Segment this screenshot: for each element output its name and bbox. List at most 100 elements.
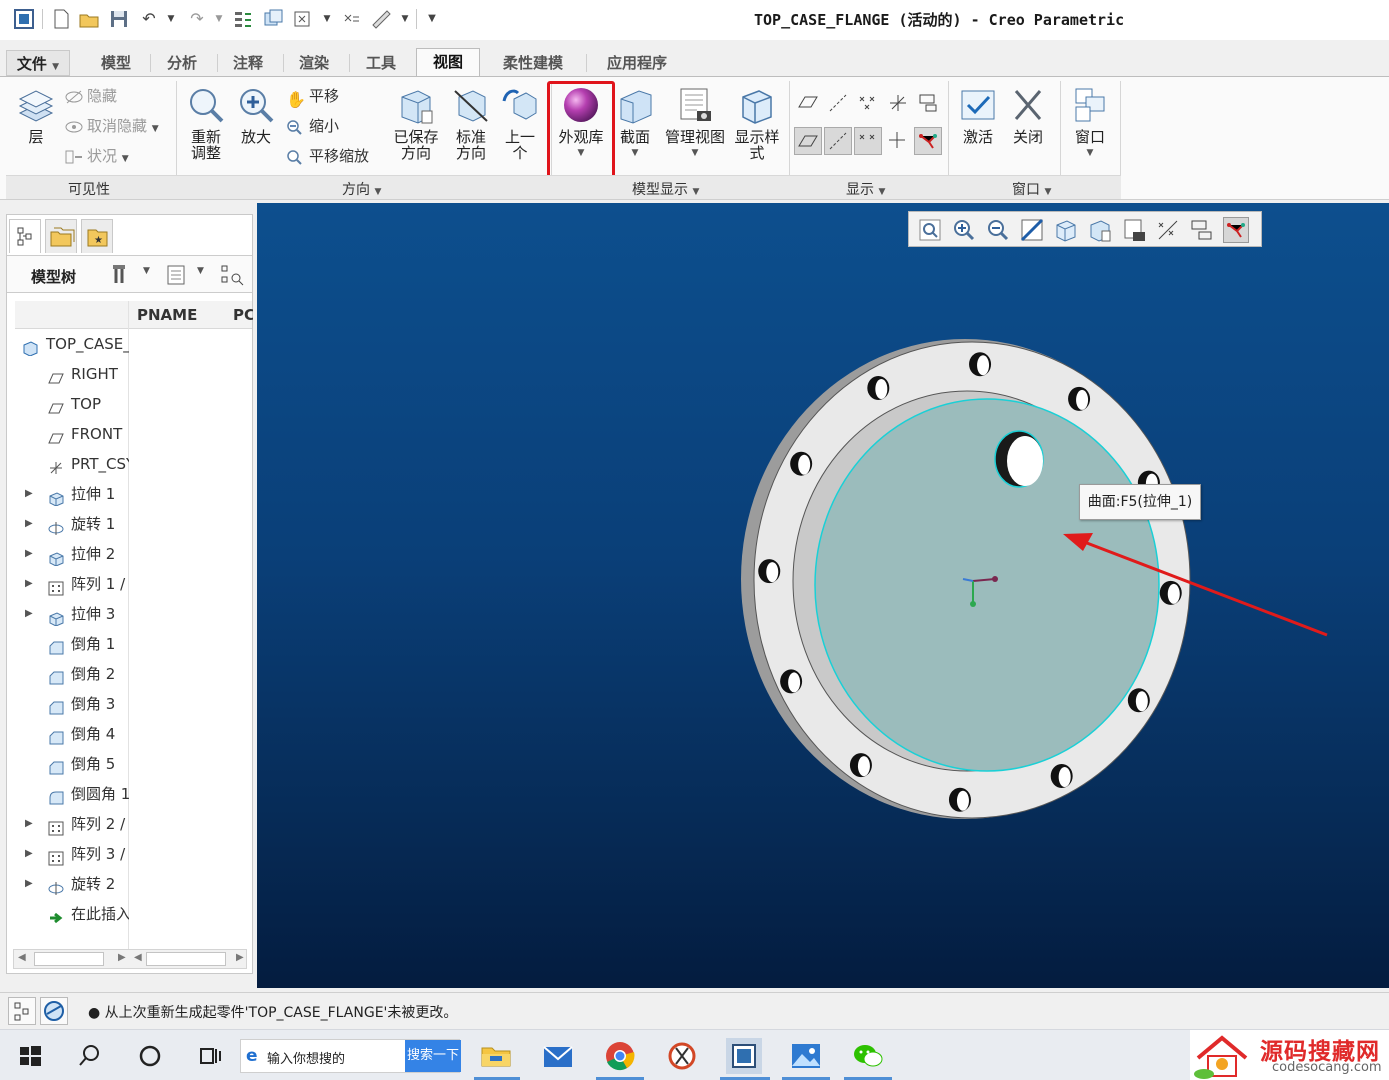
- regenerate-icon[interactable]: [232, 8, 254, 30]
- model-canvas[interactable]: [257, 203, 1389, 988]
- tab-flexible-modeling[interactable]: 柔性建模: [484, 50, 582, 76]
- activate-button[interactable]: 激活: [956, 85, 1000, 145]
- display-style-button[interactable]: 显示样式: [732, 85, 782, 161]
- tree-item[interactable]: ▶ 拉伸 1: [15, 479, 129, 509]
- measure-dropdown-icon[interactable]: ▼: [394, 8, 416, 30]
- manage-views-button[interactable]: 管理视图 ▼: [662, 85, 728, 161]
- save-icon[interactable]: [108, 8, 130, 30]
- layer-button[interactable]: 层: [14, 85, 58, 145]
- pan-button[interactable]: ✋ 平移: [286, 85, 339, 109]
- tree-item[interactable]: 在此插入: [15, 899, 129, 929]
- csys-display-icon[interactable]: [886, 91, 910, 115]
- tree-item[interactable]: ▶ 阵列 3 /: [15, 839, 129, 869]
- annotation-display-icon[interactable]: [916, 91, 940, 115]
- tab-view[interactable]: 视图: [416, 48, 480, 76]
- close-window-icon[interactable]: [292, 8, 314, 30]
- group-label-orientation[interactable]: 方向 ▼: [342, 179, 381, 199]
- tree-item[interactable]: 倒圆角 1: [15, 779, 129, 809]
- tree-item[interactable]: 倒角 5: [15, 749, 129, 779]
- open-icon[interactable]: [78, 8, 100, 30]
- customize-icon[interactable]: ▼: [421, 8, 443, 30]
- tab-render[interactable]: 渲染: [284, 50, 344, 76]
- windows-button[interactable]: 窗口 ▼: [1066, 85, 1114, 161]
- tree-item[interactable]: TOP: [15, 389, 129, 419]
- search-icon[interactable]: [72, 1038, 108, 1074]
- scroll-thumb-left[interactable]: [34, 952, 104, 966]
- windows-dropdown-icon[interactable]: ▼: [316, 8, 338, 30]
- tree-item[interactable]: FRONT: [15, 419, 129, 449]
- pan-zoom-button[interactable]: 平移缩放: [286, 145, 369, 167]
- tree-item[interactable]: 倒角 1: [15, 629, 129, 659]
- tab-folder-browser[interactable]: [45, 219, 77, 253]
- group-label-show[interactable]: 显示 ▼: [846, 179, 885, 199]
- task-view-icon[interactable]: [192, 1038, 228, 1074]
- column-pname[interactable]: PNAME: [137, 306, 197, 324]
- tree-item[interactable]: ▶ 拉伸 2: [15, 539, 129, 569]
- previous-button[interactable]: 上一个: [500, 85, 540, 161]
- expand-arrow-icon[interactable]: ▶: [25, 839, 33, 869]
- app-icon[interactable]: [13, 8, 35, 30]
- tab-tools[interactable]: 工具: [350, 50, 412, 76]
- tree-item[interactable]: ▶ 拉伸 3: [15, 599, 129, 629]
- section-button[interactable]: 截面 ▼: [614, 85, 656, 161]
- standard-orientation-button[interactable]: 标准方向: [448, 85, 494, 161]
- search-button[interactable]: 搜索一下: [405, 1040, 461, 1072]
- tab-model-tree[interactable]: [9, 219, 41, 253]
- tree-item[interactable]: 倒角 4: [15, 719, 129, 749]
- tree-item[interactable]: 倒角 2: [15, 659, 129, 689]
- spin-center-toggle[interactable]: [914, 127, 942, 155]
- redo-dropdown-icon[interactable]: ▼: [208, 8, 230, 30]
- group-label-model-display[interactable]: 模型显示 ▼: [632, 179, 699, 199]
- horizontal-scrollbar[interactable]: ◀ ▶ ◀ ▶: [13, 949, 247, 969]
- tab-applications[interactable]: 应用程序: [588, 50, 686, 76]
- mail-icon[interactable]: [540, 1038, 576, 1074]
- tree-item[interactable]: ▶ 旋转 2: [15, 869, 129, 899]
- measure-icon[interactable]: [370, 8, 392, 30]
- expand-arrow-icon[interactable]: ▶: [25, 809, 33, 839]
- expand-arrow-icon[interactable]: ▶: [25, 599, 33, 629]
- windows-start-icon[interactable]: [12, 1038, 48, 1074]
- refit-button[interactable]: 重新调整: [184, 85, 228, 161]
- cortana-icon[interactable]: [132, 1038, 168, 1074]
- axis-tag-toggle[interactable]: [824, 127, 852, 155]
- expand-arrow-icon[interactable]: ▶: [25, 509, 33, 539]
- scroll-thumb-right[interactable]: [146, 952, 226, 966]
- selected-surface-f5[interactable]: [814, 398, 1160, 772]
- snipping-tool-icon[interactable]: [664, 1038, 700, 1074]
- close-button[interactable]: 关闭: [1006, 85, 1050, 145]
- wechat-icon[interactable]: [850, 1038, 886, 1074]
- tab-favorites[interactable]: ★: [81, 219, 113, 253]
- tree-item[interactable]: 倒角 3: [15, 689, 129, 719]
- point-display-icon[interactable]: [856, 91, 880, 115]
- photos-icon[interactable]: [788, 1038, 824, 1074]
- saved-orientations-button[interactable]: 已保存方向: [392, 85, 440, 161]
- status-button[interactable]: 状况 ▼: [64, 145, 129, 167]
- tree-filter-icon[interactable]: [219, 263, 245, 287]
- settings-dropdown-icon[interactable]: ▼: [143, 266, 150, 276]
- unhide-button[interactable]: 取消隐藏 ▼: [64, 115, 159, 137]
- tab-annotate[interactable]: 注释: [218, 50, 278, 76]
- windows-icon[interactable]: [262, 8, 284, 30]
- point-tag-toggle[interactable]: [854, 127, 882, 155]
- tab-file[interactable]: 文件 ▼: [6, 50, 70, 76]
- expand-arrow-icon[interactable]: ▶: [25, 539, 33, 569]
- expand-arrow-icon[interactable]: ▶: [25, 479, 33, 509]
- tree-item[interactable]: ▶ 阵列 1 /: [15, 569, 129, 599]
- hide-button[interactable]: 隐藏: [64, 85, 117, 107]
- taskbar-search-box[interactable]: e 输入你想搜的 搜索一下: [240, 1039, 461, 1073]
- tab-analysis[interactable]: 分析: [152, 50, 212, 76]
- tree-item[interactable]: TOP_CASE_F: [15, 329, 129, 359]
- tab-model[interactable]: 模型: [86, 50, 146, 76]
- file-explorer-icon[interactable]: [478, 1038, 514, 1074]
- chrome-icon[interactable]: [602, 1038, 638, 1074]
- settings-icon[interactable]: [111, 263, 133, 287]
- new-icon[interactable]: [50, 8, 72, 30]
- expand-arrow-icon[interactable]: ▶: [25, 869, 33, 899]
- tree-item[interactable]: PRT_CSYS: [15, 449, 129, 479]
- graphics-window[interactable]: 曲面:F5(拉伸_1): [257, 203, 1389, 988]
- tree-item[interactable]: ▶ 旋转 1: [15, 509, 129, 539]
- group-label-window[interactable]: 窗口 ▼: [1012, 179, 1051, 199]
- zoom-out-button[interactable]: 缩小: [286, 115, 339, 137]
- tree-toggle-icon[interactable]: [8, 997, 36, 1025]
- zoom-in-button[interactable]: 放大: [234, 85, 278, 145]
